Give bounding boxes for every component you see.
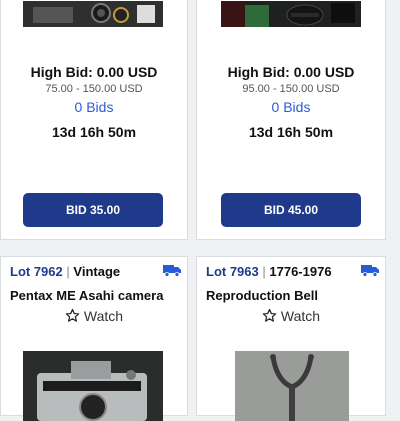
lot-separator: |: [66, 264, 70, 279]
truck-icon: [361, 264, 379, 277]
time-remaining: 13d 16h 50m: [51, 124, 137, 140]
high-bid-text: High Bid: 0.00 USD: [227, 64, 355, 80]
high-bid-text: High Bid: 0.00 USD: [30, 64, 158, 80]
lot-category: 1776-1976: [269, 264, 332, 279]
watch-label: Watch: [280, 308, 321, 324]
lot-header: Lot 7963 | 1776-1976: [206, 264, 379, 282]
estimate-range: 75.00 - 150.00 USD: [45, 83, 143, 95]
lot-card: High Bid: 0.00 USD 95.00 - 150.00 USD 0 …: [196, 0, 386, 240]
star-icon: [65, 308, 80, 322]
watch-button[interactable]: Watch: [197, 308, 385, 324]
lot-title[interactable]: Reproduction Bell: [206, 288, 379, 303]
lot-photo[interactable]: [235, 351, 349, 421]
watch-label: Watch: [83, 308, 124, 324]
truck-icon: [163, 264, 181, 277]
lot-photo[interactable]: [23, 1, 163, 27]
bid-count[interactable]: 0 Bids: [197, 99, 385, 115]
bid-button[interactable]: BID 35.00: [23, 193, 163, 227]
lot-card: Lot 7963 | 1776-1976 Reproduction Bell W…: [196, 256, 386, 421]
lot-category: Vintage: [73, 264, 121, 279]
bid-button[interactable]: BID 45.00: [221, 193, 361, 227]
lot-title[interactable]: Pentax ME Asahi camera: [10, 288, 181, 303]
lot-photo[interactable]: [221, 1, 361, 27]
lot-card: Lot 7962 | Vintage Pentax ME Asahi camer…: [0, 256, 188, 421]
lot-header: Lot 7962 | Vintage: [10, 264, 181, 282]
watch-button[interactable]: Watch: [1, 308, 187, 324]
lot-number[interactable]: Lot 7962: [10, 264, 63, 279]
estimate-range: 95.00 - 150.00 USD: [242, 83, 340, 95]
lot-separator: |: [262, 264, 266, 279]
lot-number[interactable]: Lot 7963: [206, 264, 259, 279]
lot-photo[interactable]: [23, 351, 163, 421]
time-remaining: 13d 16h 50m: [248, 124, 334, 140]
lot-card: High Bid: 0.00 USD 75.00 - 150.00 USD 0 …: [0, 0, 188, 240]
star-icon: [262, 308, 277, 322]
bid-count[interactable]: 0 Bids: [1, 99, 187, 115]
